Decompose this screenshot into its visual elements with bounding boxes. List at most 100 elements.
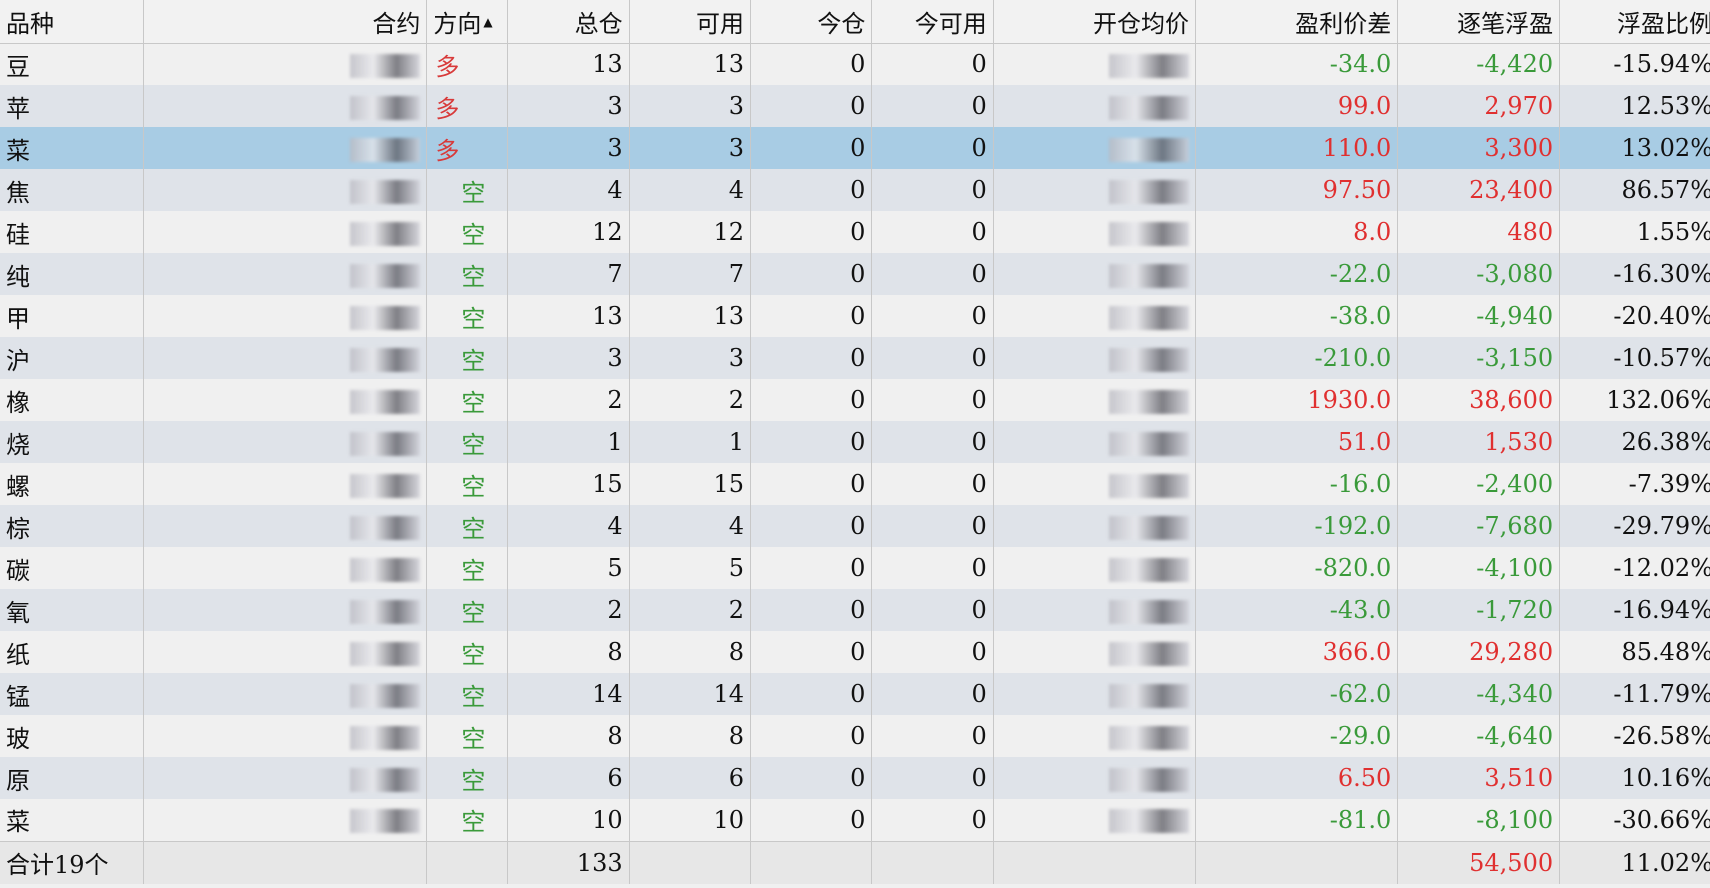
cell-pnl-diff: -192.0 — [1195, 505, 1399, 547]
cell-product: 螺 — [0, 463, 145, 505]
cell-total: 14 — [507, 673, 630, 715]
cell-float-pnl: -8,100 — [1397, 799, 1561, 841]
summary-float-pnl: 54,500 — [1397, 840, 1561, 884]
cell-open-avg — [993, 253, 1197, 295]
redacted-value — [350, 221, 421, 246]
cell-today-available: 0 — [871, 799, 994, 841]
cell-float-ratio: -7.39% — [1559, 463, 1710, 505]
cell-today-available: 0 — [871, 43, 994, 85]
cell-today-available: 0 — [871, 673, 994, 715]
cell-float-pnl: 23,400 — [1397, 169, 1561, 211]
table-row[interactable]: 苹多 3 3 0 0 99.0 2,970 12.53% — [0, 85, 1710, 127]
summary-contract — [143, 840, 428, 884]
table-row[interactable]: 甲空 13 13 0 0 -38.0 -4,940 -20.40% — [0, 295, 1710, 337]
col-header-contract-label: 合约 — [372, 9, 421, 38]
table-body: 豆多 13 13 0 0 -34.0 -4,420 -15.94% 苹多 3 3 0 0 99.0 2,97… — [0, 43, 1710, 841]
table-row[interactable]: 菜多 3 3 0 0 110.0 3,300 13.02% — [0, 127, 1710, 169]
col-header-float-ratio[interactable]: 浮盈比例 — [1559, 0, 1710, 44]
table-row[interactable]: 纯空 7 7 0 0 -22.0 -3,080 -16.30% — [0, 253, 1710, 295]
table-row[interactable]: 豆多 13 13 0 0 -34.0 -4,420 -15.94% — [0, 43, 1710, 85]
cell-float-ratio: -16.94% — [1559, 589, 1710, 631]
cell-product: 沪 — [0, 337, 145, 379]
cell-today: 0 — [750, 715, 873, 757]
redacted-value — [1109, 347, 1190, 372]
redacted-value — [1109, 557, 1190, 582]
redacted-value — [350, 53, 421, 78]
col-header-contract[interactable]: 合约 — [143, 0, 428, 44]
cell-direction: 空 — [426, 253, 509, 295]
cell-open-avg — [993, 127, 1197, 169]
cell-direction: 多 — [426, 43, 509, 85]
table-row[interactable]: 锰空 14 14 0 0 -62.0 -4,340 -11.79% — [0, 673, 1710, 715]
cell-open-avg — [993, 295, 1197, 337]
cell-open-avg — [993, 757, 1197, 799]
col-header-total[interactable]: 总仓 — [507, 0, 630, 44]
cell-available: 10 — [629, 799, 751, 841]
table-row[interactable]: 原空 6 6 0 0 6.50 3,510 10.16% — [0, 757, 1710, 799]
cell-float-ratio: 85.48% — [1559, 631, 1710, 673]
cell-total: 2 — [507, 589, 630, 631]
table-row[interactable]: 氧空 2 2 0 0 -43.0 -1,720 -16.94% — [0, 589, 1710, 631]
col-header-product[interactable]: 品种 — [0, 0, 145, 44]
table-row[interactable]: 螺空 15 15 0 0 -16.0 -2,400 -7.39% — [0, 463, 1710, 505]
cell-contract — [143, 673, 428, 715]
cell-available: 1 — [629, 421, 751, 463]
table-row[interactable]: 玻空 8 8 0 0 -29.0 -4,640 -26.58% — [0, 715, 1710, 757]
col-header-available[interactable]: 可用 — [629, 0, 751, 44]
summary-float-ratio: 11.02% — [1559, 840, 1710, 884]
col-header-today-available[interactable]: 今可用 — [871, 0, 994, 44]
table-header: 品种 合约 方向 ▲ 总仓 可用 今仓 今可用 开仓均价 盈利价差 逐笔浮盈 浮盈… — [0, 0, 1710, 44]
cell-pnl-diff: -81.0 — [1195, 799, 1399, 841]
table-row[interactable]: 碳空 5 5 0 0 -820.0 -4,100 -12.02% — [0, 547, 1710, 589]
col-header-today[interactable]: 今仓 — [750, 0, 873, 44]
cell-today: 0 — [750, 589, 873, 631]
col-header-open-avg[interactable]: 开仓均价 — [993, 0, 1197, 44]
redacted-value — [1109, 767, 1190, 792]
cell-available: 3 — [629, 85, 751, 127]
table-row[interactable]: 沪空 3 3 0 0 -210.0 -3,150 -10.57% — [0, 337, 1710, 379]
cell-product: 氧 — [0, 589, 145, 631]
cell-today-available: 0 — [871, 127, 994, 169]
cell-contract — [143, 631, 428, 673]
positions-grid[interactable]: 品种 合约 方向 ▲ 总仓 可用 今仓 今可用 开仓均价 盈利价差 逐笔浮盈 浮盈… — [0, 0, 1710, 888]
redacted-value — [350, 473, 421, 498]
cell-today-available: 0 — [871, 169, 994, 211]
cell-open-avg — [993, 505, 1197, 547]
col-header-float-pnl[interactable]: 逐笔浮盈 — [1397, 0, 1561, 44]
table-row[interactable]: 橡空 2 2 0 0 1930.0 38,600 132.06% — [0, 379, 1710, 421]
col-header-pnl-diff[interactable]: 盈利价差 — [1195, 0, 1399, 44]
cell-pnl-diff: 366.0 — [1195, 631, 1399, 673]
cell-direction: 空 — [426, 715, 509, 757]
cell-direction: 空 — [426, 337, 509, 379]
cell-total: 1 — [507, 421, 630, 463]
table-row[interactable]: 焦空 4 4 0 0 97.50 23,400 86.57% — [0, 169, 1710, 211]
cell-open-avg — [993, 421, 1197, 463]
redacted-value — [1109, 641, 1190, 666]
col-header-total-label: 总仓 — [574, 9, 623, 38]
cell-today: 0 — [750, 337, 873, 379]
table-row[interactable]: 烧空 1 1 0 0 51.0 1,530 26.38% — [0, 421, 1710, 463]
table-row[interactable]: 菜空 10 10 0 0 -81.0 -8,100 -30.66% — [0, 799, 1710, 841]
cell-product: 硅 — [0, 211, 145, 253]
summary-total: 133 — [507, 840, 630, 884]
table-row[interactable]: 棕空 4 4 0 0 -192.0 -7,680 -29.79% — [0, 505, 1710, 547]
redacted-value — [350, 557, 421, 582]
redacted-value — [350, 683, 421, 708]
cell-product: 豆 — [0, 43, 145, 85]
cell-today-available: 0 — [871, 547, 994, 589]
cell-available: 15 — [629, 463, 751, 505]
cell-contract — [143, 85, 428, 127]
cell-open-avg — [993, 463, 1197, 505]
cell-float-ratio: -15.94% — [1559, 43, 1710, 85]
cell-product: 甲 — [0, 295, 145, 337]
cell-open-avg — [993, 799, 1197, 841]
cell-float-pnl: -4,340 — [1397, 673, 1561, 715]
col-header-today-label: 今仓 — [817, 9, 866, 38]
cell-product: 菜 — [0, 127, 145, 169]
cell-float-pnl: -1,720 — [1397, 589, 1561, 631]
table-row[interactable]: 纸空 8 8 0 0 366.0 29,280 85.48% — [0, 631, 1710, 673]
cell-total: 10 — [507, 799, 630, 841]
table-row[interactable]: 硅空 12 12 0 0 8.0 480 1.55% — [0, 211, 1710, 253]
col-header-direction[interactable]: 方向 ▲ — [426, 0, 509, 44]
cell-float-pnl: -2,400 — [1397, 463, 1561, 505]
